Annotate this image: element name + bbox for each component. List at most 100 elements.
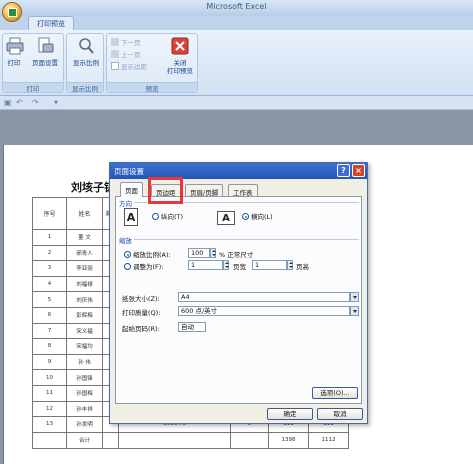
next-page-icon <box>111 38 119 46</box>
portrait-radio[interactable]: 纵向(T) <box>152 211 183 221</box>
printer-icon <box>6 37 24 55</box>
cell-no: 4 <box>32 275 67 293</box>
cell-name: 孙发明 <box>66 416 103 433</box>
portrait-icon: A <box>124 208 138 226</box>
print-quality-label: 打印质量(Q): <box>122 309 161 317</box>
scale-suffix: % 正常尺寸 <box>219 251 254 259</box>
help-button[interactable]: ? <box>337 164 350 177</box>
cell-no: 13 <box>32 416 67 433</box>
cell-name: 孙丰祥 <box>66 400 103 418</box>
orientation-heading: 方向 <box>119 200 132 208</box>
margins-tab-highlight <box>148 177 183 204</box>
landscape-radio[interactable]: 横向(L) <box>242 211 273 221</box>
group-preview-label: 预览 <box>107 82 197 93</box>
cell-no: 6 <box>32 306 67 324</box>
cancel-button[interactable]: 取消 <box>317 408 363 420</box>
checkbox-icon <box>111 62 119 70</box>
quick-access-toolbar: ▣ ↶ ↷ ▾ <box>0 96 473 110</box>
fit-tall-input[interactable]: 1 <box>252 260 287 270</box>
prev-page-icon <box>111 50 119 58</box>
redo-icon[interactable]: ↷ <box>32 98 39 107</box>
undo-icon[interactable]: ↶ <box>16 98 23 107</box>
first-page-label: 起始页码(R): <box>122 325 160 333</box>
cell-name: 孙 伟 <box>66 353 103 371</box>
dialog-title: 页面设置 <box>114 167 144 176</box>
scale-spinner[interactable] <box>210 248 216 258</box>
tab-page[interactable]: 页面 <box>120 182 143 197</box>
qat-dropdown-icon[interactable]: ▾ <box>54 98 58 107</box>
cell-no: 3 <box>32 260 67 277</box>
print-quality-dropdown-icon[interactable] <box>350 306 359 316</box>
scale-input[interactable]: 100 <box>188 248 210 258</box>
close-icon <box>171 37 189 55</box>
cell-name: 彭辉梅 <box>66 306 103 324</box>
fit-wide-spinner[interactable] <box>223 260 229 270</box>
excel-logo-icon <box>8 8 17 17</box>
fit-tall-spinner[interactable] <box>287 260 293 270</box>
tab-sheet[interactable]: 工作表 <box>228 184 258 197</box>
cell-no: 12 <box>32 400 67 418</box>
options-button[interactable]: 选项(O)... <box>312 387 358 399</box>
paper-size-select[interactable]: A4 <box>178 292 350 302</box>
tab-header-footer[interactable]: 页眉/页脚 <box>185 184 224 197</box>
cell-name: 刘庆伟 <box>66 291 103 308</box>
ribbon: 打印 页面设置 打印 显示比例 显示比例 下一页 上一页 显示边距 关闭 打印预… <box>0 30 473 96</box>
adjust-to-radio[interactable]: 缩放比例(A): <box>124 249 171 259</box>
cell-no: 2 <box>32 244 67 262</box>
paper-size-dropdown-icon[interactable] <box>350 292 359 302</box>
fit-wide-input[interactable]: 1 <box>188 260 223 270</box>
office-button[interactable] <box>2 2 22 22</box>
tab-print-preview[interactable]: 打印预览 <box>28 16 74 30</box>
scaling-heading: 缩放 <box>119 237 132 245</box>
cell-name: 刘福禄 <box>66 275 103 293</box>
group-print: 打印 页面设置 打印 <box>2 33 64 93</box>
magnifier-icon <box>79 38 94 54</box>
fit-to-radio[interactable]: 调整为(F): <box>124 261 164 271</box>
window-title: Microsoft Excel <box>206 2 267 11</box>
cell-name: 郝青人 <box>66 244 103 262</box>
total-label: 合计 <box>66 431 103 449</box>
cell-name: 孙国梅 <box>66 384 103 402</box>
cell-name: 李亚丽 <box>66 260 103 277</box>
group-zoom-label: 显示比例 <box>67 82 103 93</box>
prev-page-button[interactable]: 上一页 <box>111 50 141 60</box>
close-icon[interactable]: × <box>352 164 365 177</box>
zoom-button[interactable]: 显示比例 <box>69 36 103 67</box>
cell-name: 孙国锋 <box>66 369 103 386</box>
page-setup-icon <box>38 37 54 53</box>
header-no: 序号 <box>32 197 67 230</box>
show-margins-checkbox[interactable]: 显示边距 <box>111 62 147 72</box>
fit-wide-label: 页宽 <box>233 263 246 271</box>
cell-empty <box>102 431 119 449</box>
title-bar: Microsoft Excel <box>0 0 473 16</box>
total-row: 合计 1398 1112 <box>32 431 349 449</box>
page-setup-button[interactable]: 页面设置 <box>27 36 63 67</box>
cell-no: 7 <box>32 322 67 340</box>
cell-no: 8 <box>32 338 67 355</box>
fit-tall-label: 页高 <box>296 263 309 271</box>
cell-no: 5 <box>32 291 67 308</box>
group-zoom: 显示比例 显示比例 <box>66 33 104 93</box>
header-name: 姓名 <box>66 197 103 230</box>
print-button[interactable]: 打印 <box>5 36 24 67</box>
next-page-button[interactable]: 下一页 <box>111 38 141 48</box>
cell-empty <box>32 431 67 449</box>
cell-no: 10 <box>32 369 67 386</box>
cell-name: 董 文 <box>66 229 103 246</box>
cell-no: 11 <box>32 384 67 402</box>
close-preview-button[interactable]: 关闭 打印预览 <box>163 36 197 75</box>
ok-button[interactable]: 确定 <box>267 408 313 420</box>
print-quality-select[interactable]: 600 点/英寸 <box>178 306 350 316</box>
total-value-2: 1112 <box>308 431 349 449</box>
total-value-1: 1398 <box>268 431 309 449</box>
landscape-icon: A <box>217 211 235 225</box>
cell-empty <box>118 431 231 449</box>
first-page-input[interactable]: 自动 <box>178 322 206 332</box>
group-preview: 下一页 上一页 显示边距 关闭 打印预览 预览 <box>106 33 198 93</box>
save-icon[interactable]: ▣ <box>4 98 12 107</box>
paper-size-label: 纸张大小(Z): <box>122 295 160 303</box>
cell-name: 宋福均 <box>66 338 103 355</box>
group-print-label: 打印 <box>3 82 63 93</box>
cell-no: 9 <box>32 353 67 371</box>
cell-no: 1 <box>32 229 67 246</box>
